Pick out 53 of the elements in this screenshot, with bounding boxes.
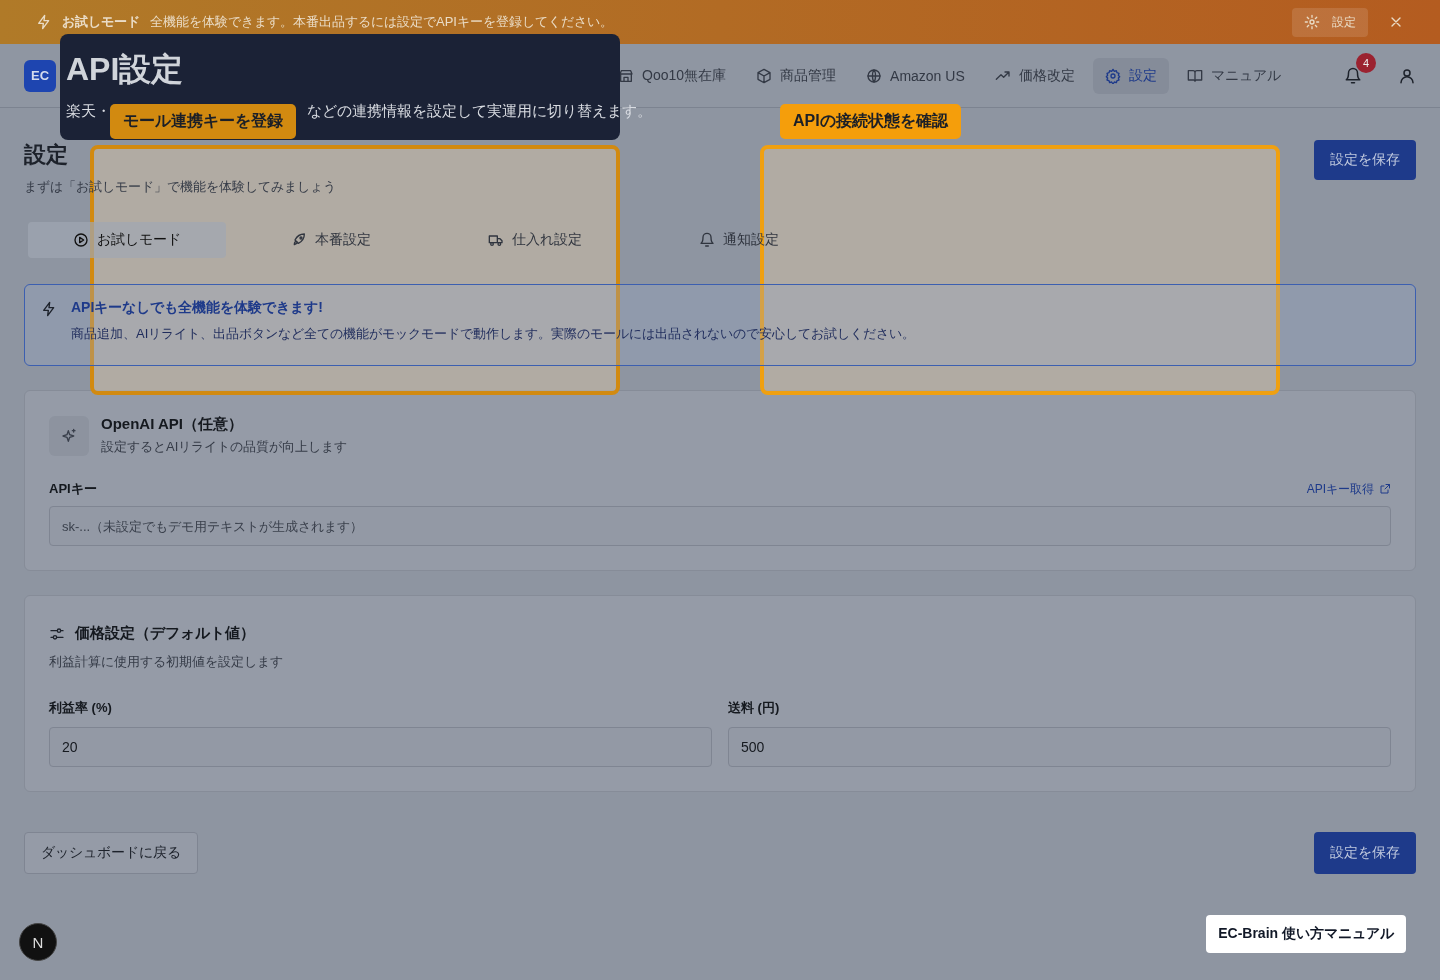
card-subtitle: 設定するとAIリライトの品質が向上します xyxy=(101,438,348,456)
user-icon[interactable] xyxy=(1398,66,1416,85)
trial-title: お試しモード xyxy=(62,13,140,31)
tab[interactable]: 本番設定 xyxy=(232,222,430,258)
bell-icon xyxy=(699,232,715,248)
play-icon xyxy=(73,232,89,248)
api-key-field[interactable]: sk-...（未設定でもデモ用テキストが生成されます） xyxy=(49,506,1391,546)
logo[interactable]: EC xyxy=(24,59,56,92)
store-icon xyxy=(618,67,634,84)
lightning-icon xyxy=(36,14,52,30)
bell-icon[interactable] xyxy=(1344,66,1362,85)
nav-item[interactable]: 商品管理 xyxy=(744,57,849,94)
nav-item[interactable]: 設定 xyxy=(1092,57,1169,94)
back-button[interactable]: ダッシュボードに戻る xyxy=(24,832,198,874)
lightning-icon xyxy=(41,301,57,317)
page-title: 設定 xyxy=(24,141,69,169)
field-label: 送料 (円) xyxy=(728,699,781,717)
nav-item[interactable]: 価格改定 xyxy=(982,57,1087,94)
tour-label: APIの接続状態を確認 xyxy=(780,104,961,139)
manual-button[interactable]: EC-Brain 使い方マニュアル xyxy=(1206,915,1406,953)
external-link-icon xyxy=(1379,483,1391,495)
rocket-icon xyxy=(291,232,307,248)
tour-label: モール連携キーを登録 xyxy=(110,104,296,139)
save-button[interactable]: 設定を保存 xyxy=(1314,832,1416,874)
save-button[interactable]: 設定を保存 xyxy=(1314,140,1416,180)
field-label: 利益率 (%) xyxy=(49,699,113,717)
box-icon xyxy=(756,67,773,84)
tour-description: 楽天・ xyxy=(66,102,111,121)
gear-icon xyxy=(1104,67,1121,84)
settings-button[interactable]: 設定 xyxy=(1292,7,1368,37)
number-field[interactable]: 500 xyxy=(728,727,1391,767)
nav-item[interactable]: Qoo10無在庫 xyxy=(606,57,739,94)
number-field[interactable]: 20 xyxy=(49,727,712,767)
field-label: APIキー xyxy=(49,480,97,498)
dev-indicator[interactable]: N xyxy=(19,923,57,961)
tour-title: API設定 xyxy=(66,50,185,89)
nav-item[interactable]: マニュアル xyxy=(1174,57,1293,94)
card-title: OpenAI API（任意） xyxy=(101,415,244,434)
card-subtitle: 利益計算に使用する初期値を設定します xyxy=(49,653,284,671)
trial-message: 全機能を体験できます。本番出品するには設定でAPIキーを登録してください。 xyxy=(150,13,613,31)
truck-icon xyxy=(488,232,504,248)
api-key-link[interactable]: APIキー取得 xyxy=(1306,480,1391,498)
nav-item[interactable]: Amazon US xyxy=(854,57,977,94)
card-title: 価格設定（デフォルト値） xyxy=(75,624,255,643)
book-icon xyxy=(1186,67,1203,84)
notification-count: 4 xyxy=(1356,52,1376,73)
globe-icon xyxy=(866,67,883,84)
tab[interactable]: 仕入れ設定 xyxy=(436,222,634,258)
sparkle-icon xyxy=(49,415,89,456)
gear-icon xyxy=(1304,14,1320,30)
tour-description: などの連携情報を設定して実運用に切り替えます。 xyxy=(307,102,652,121)
sliders-icon xyxy=(49,625,65,642)
tab[interactable]: お試しモード xyxy=(28,222,226,258)
